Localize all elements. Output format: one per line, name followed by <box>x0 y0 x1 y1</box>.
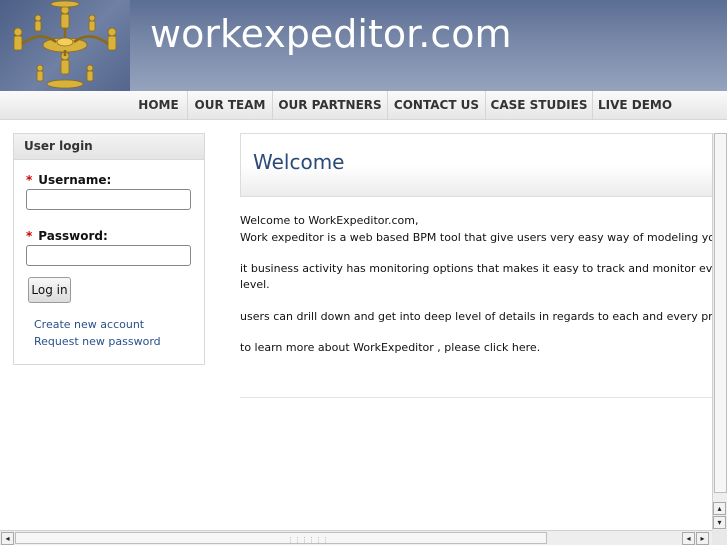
site-name: workexpeditor.com <box>150 12 512 56</box>
vertical-scrollbar[interactable]: ▴ ▾ <box>712 133 727 530</box>
username-label-text: Username: <box>38 173 112 187</box>
vertical-scroll-thumb[interactable] <box>714 133 727 493</box>
learn-more-link[interactable]: to learn more about WorkExpeditor , plea… <box>240 340 540 356</box>
required-mark: * <box>26 229 33 243</box>
username-label: * Username: <box>26 173 111 187</box>
paragraph-line: it business activity has monitoring opti… <box>240 262 727 275</box>
paragraph-line: Work expeditor is a web based BPM tool t… <box>240 231 727 244</box>
login-title: User login <box>14 134 204 160</box>
network-figures-icon <box>13 0 117 89</box>
password-input[interactable] <box>26 245 191 266</box>
nav-item-case-studies[interactable]: CASE STUDIES <box>486 91 593 120</box>
grip-icon: ⋮⋮⋮⋮⋮⋮ <box>287 536 329 544</box>
scroll-down-icon[interactable]: ▾ <box>713 516 726 529</box>
nav-item-our-team[interactable]: OUR TEAM <box>188 91 273 120</box>
password-label-text: Password: <box>38 229 108 243</box>
scroll-left-icon[interactable]: ◂ <box>682 532 695 545</box>
scroll-up-icon[interactable]: ▴ <box>713 502 726 515</box>
nav-item-home[interactable]: HOME <box>130 91 188 120</box>
content-divider <box>240 397 727 398</box>
horizontal-scrollbar[interactable]: ◂ ⋮⋮⋮⋮⋮⋮ ◂ ▸ <box>0 530 712 545</box>
paragraph-line: users can drill down and get into deep l… <box>240 310 727 323</box>
user-login-block: User login * Username: * Password: Log in … <box>13 133 205 365</box>
password-label: * Password: <box>26 229 108 243</box>
nav-item-live-demo[interactable]: LIVE DEMO <box>593 91 677 120</box>
nav-item-our-partners[interactable]: OUR PARTNERS <box>273 91 388 120</box>
paragraph-line: Welcome to WorkExpeditor.com, <box>240 214 419 227</box>
horizontal-scroll-thumb[interactable]: ⋮⋮⋮⋮⋮⋮ <box>15 532 547 544</box>
scroll-left-icon[interactable]: ◂ <box>1 532 14 545</box>
welcome-title-box: Welcome <box>240 133 727 197</box>
logo-image <box>0 0 130 91</box>
page-title: Welcome <box>253 150 345 174</box>
required-mark: * <box>26 173 33 187</box>
paragraph-line: level. <box>240 278 270 291</box>
username-input[interactable] <box>26 189 191 210</box>
main-nav: HOME OUR TEAM OUR PARTNERS CONTACT US CA… <box>0 91 727 120</box>
request-password-link[interactable]: Request new password <box>34 335 161 348</box>
scrollbar-corner <box>712 530 727 545</box>
site-header: workexpeditor.com <box>0 0 727 91</box>
nav-item-contact-us[interactable]: CONTACT US <box>388 91 486 120</box>
page: workexpeditor.com HOME OUR TEAM OUR PART… <box>0 0 727 545</box>
scroll-right-icon[interactable]: ▸ <box>696 532 709 545</box>
create-account-link[interactable]: Create new account <box>34 318 144 331</box>
login-button[interactable]: Log in <box>28 277 71 303</box>
